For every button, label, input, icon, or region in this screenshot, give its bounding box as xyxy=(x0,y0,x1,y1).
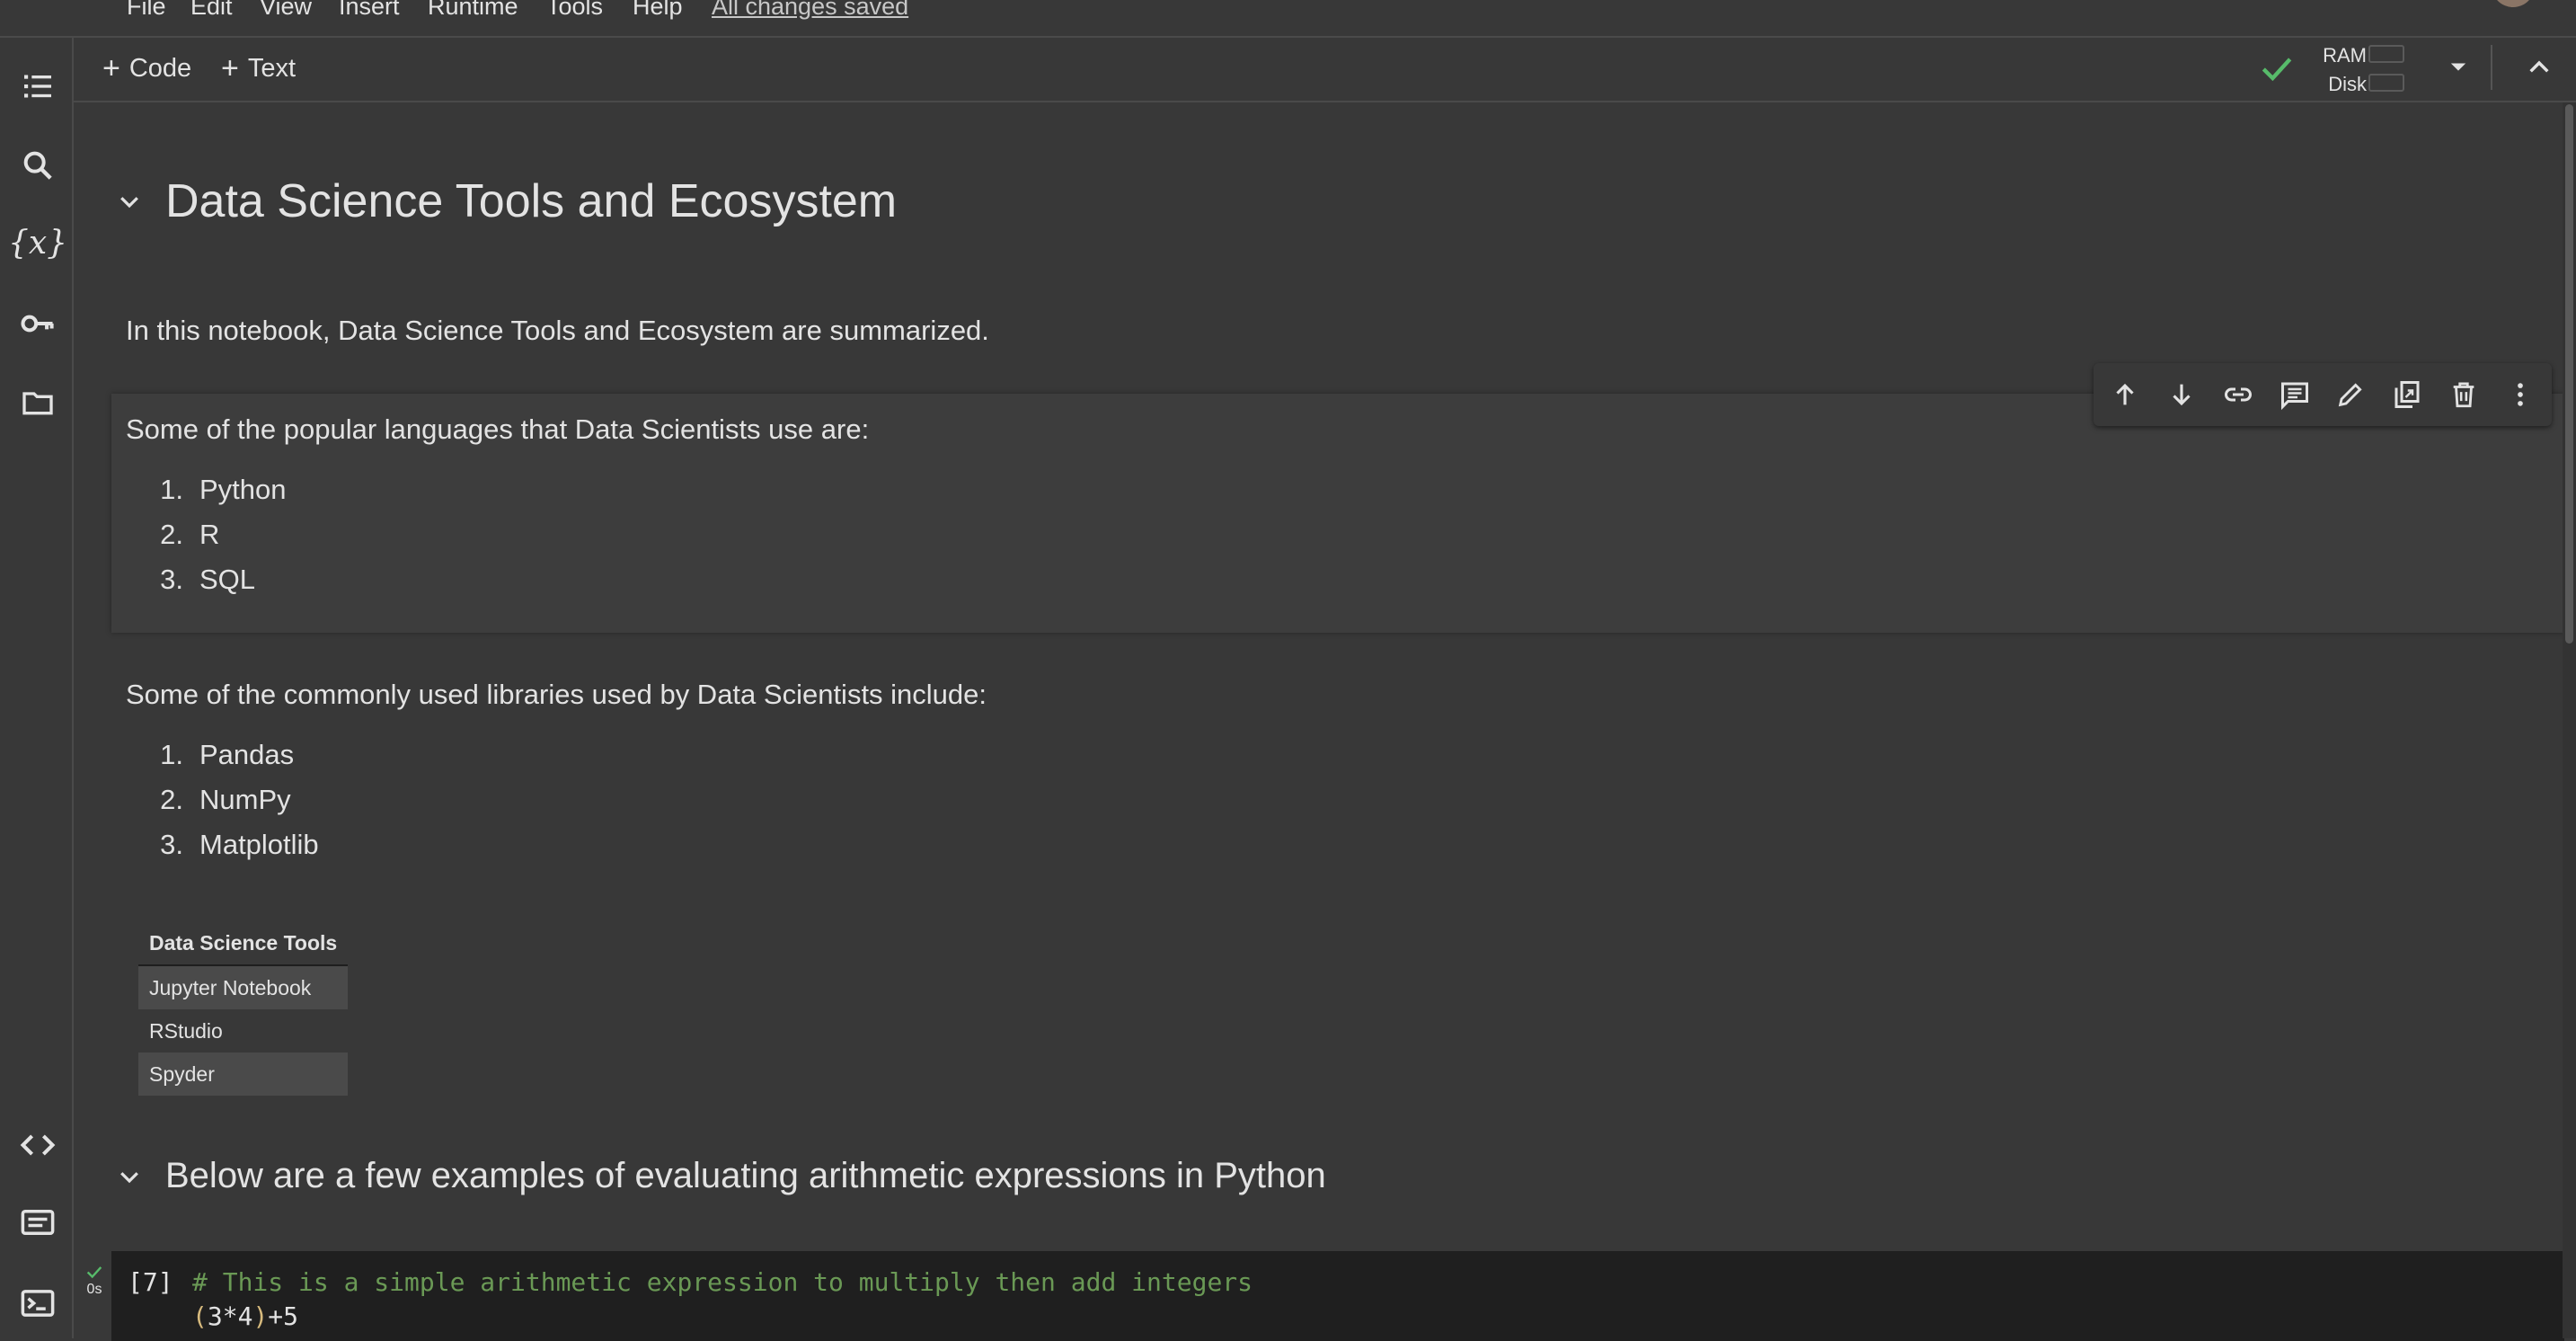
menu-bar: File Edit View Insert Runtime Tools Help… xyxy=(0,0,2576,38)
section-heading-1: Data Science Tools and Ecosystem xyxy=(110,174,897,228)
copy-link-icon[interactable] xyxy=(2216,372,2261,417)
chevron-down-icon[interactable] xyxy=(110,1157,149,1196)
notebook-title: Data Science Tools and Ecosystem xyxy=(165,175,898,227)
table-of-contents-icon[interactable] xyxy=(18,67,58,106)
avatar[interactable] xyxy=(2492,0,2535,7)
add-comment-icon[interactable] xyxy=(2272,372,2317,417)
move-cell-up-icon[interactable] xyxy=(2102,372,2147,417)
table-row: Jupyter Notebook xyxy=(138,965,349,1009)
move-cell-down-icon[interactable] xyxy=(2159,372,2204,417)
list-item: 1. Python xyxy=(160,474,287,505)
table-cell: RStudio xyxy=(149,1018,223,1043)
toolbar-divider xyxy=(2491,45,2492,90)
files-folder-icon[interactable] xyxy=(18,383,58,422)
menu-file[interactable]: File xyxy=(127,0,166,21)
chevron-down-icon[interactable] xyxy=(2446,54,2471,79)
ram-usage-bar[interactable] xyxy=(2368,45,2404,63)
save-status-link[interactable]: All changes saved xyxy=(712,0,908,21)
ram-label: RAM xyxy=(2323,44,2367,67)
list-item: 1. Pandas xyxy=(160,739,295,770)
connected-check-icon[interactable] xyxy=(2257,49,2297,88)
tools-table: Data Science Tools Jupyter Notebook RStu… xyxy=(138,920,349,1096)
code-expression-line[interactable]: (3*4)+5 xyxy=(192,1301,298,1331)
languages-heading: Some of the popular languages that Data … xyxy=(126,413,870,445)
notebook-scrollbar[interactable] xyxy=(2563,102,2576,1338)
table-cell: Spyder xyxy=(138,1052,349,1096)
add-text-label: Text xyxy=(247,53,297,83)
intro-text: In this notebook, Data Science Tools and… xyxy=(126,315,989,346)
edit-cell-icon[interactable] xyxy=(2328,372,2373,417)
scrollbar-thumb[interactable] xyxy=(2565,104,2573,644)
menu-runtime[interactable]: Runtime xyxy=(428,0,518,21)
table-row: Spyder xyxy=(138,1052,349,1096)
command-palette-icon[interactable] xyxy=(18,1203,58,1242)
variables-icon[interactable]: {x} xyxy=(8,223,67,262)
menu-tools[interactable]: Tools xyxy=(546,0,603,21)
code-snippets-icon[interactable] xyxy=(18,1125,58,1165)
table-cell: Jupyter Notebook xyxy=(138,965,349,1009)
list-item: 2. NumPy xyxy=(160,784,291,815)
execution-count: [7] xyxy=(128,1267,173,1297)
menu-insert[interactable]: Insert xyxy=(339,0,400,21)
notebook-area: Data Science Tools and Ecosystem In this… xyxy=(74,102,2564,1341)
add-text-cell-button[interactable]: + Text xyxy=(221,50,296,86)
run-success-check-icon xyxy=(86,1266,102,1279)
list-item: 3. Matplotlib xyxy=(160,829,319,860)
section-title: Below are a few examples of evaluating a… xyxy=(165,1156,1326,1195)
terminal-icon[interactable] xyxy=(18,1283,58,1323)
table-header-row: Data Science Tools xyxy=(138,920,349,966)
table-row: RStudio xyxy=(138,1009,348,1052)
languages-list: 1. Python 2. R 3. SQL xyxy=(144,467,287,602)
code-comment-line[interactable]: # This is a simple arithmetic expression… xyxy=(192,1267,1253,1297)
secrets-key-icon[interactable] xyxy=(18,304,58,343)
section-heading-2: Below are a few examples of evaluating a… xyxy=(110,1156,1326,1196)
libraries-list: 1. Pandas 2. NumPy 3. Matplotlib xyxy=(144,733,319,867)
chevron-down-icon[interactable] xyxy=(110,182,149,221)
menu-edit[interactable]: Edit xyxy=(190,0,233,21)
table-header: Data Science Tools xyxy=(138,920,349,966)
run-time: 0s xyxy=(86,1282,102,1297)
menu-view[interactable]: View xyxy=(260,0,312,21)
left-sidebar: {x} xyxy=(0,38,74,1338)
plus-icon: + xyxy=(221,51,239,85)
plus-icon: + xyxy=(102,51,120,85)
menu-help[interactable]: Help xyxy=(633,0,683,21)
add-code-label: Code xyxy=(128,53,192,83)
list-item: 2. R xyxy=(160,519,220,550)
more-options-icon[interactable] xyxy=(2498,372,2543,417)
libraries-heading: Some of the commonly used libraries used… xyxy=(126,679,987,710)
cell-action-toolbar xyxy=(2094,363,2552,426)
notebook-toolbar: + Code + Text RAM Disk xyxy=(74,38,2576,102)
chevron-up-icon[interactable] xyxy=(2525,52,2554,81)
disk-label: Disk xyxy=(2328,73,2367,95)
run-status[interactable]: 0s xyxy=(79,1262,110,1298)
delete-cell-icon[interactable] xyxy=(2441,372,2486,417)
mirror-cell-icon[interactable] xyxy=(2385,372,2430,417)
disk-usage-bar[interactable] xyxy=(2368,74,2404,92)
add-code-cell-button[interactable]: + Code xyxy=(102,50,191,86)
list-item: 3. SQL xyxy=(160,564,256,595)
resource-labels[interactable]: RAM Disk xyxy=(2318,41,2367,99)
search-icon[interactable] xyxy=(18,146,58,185)
